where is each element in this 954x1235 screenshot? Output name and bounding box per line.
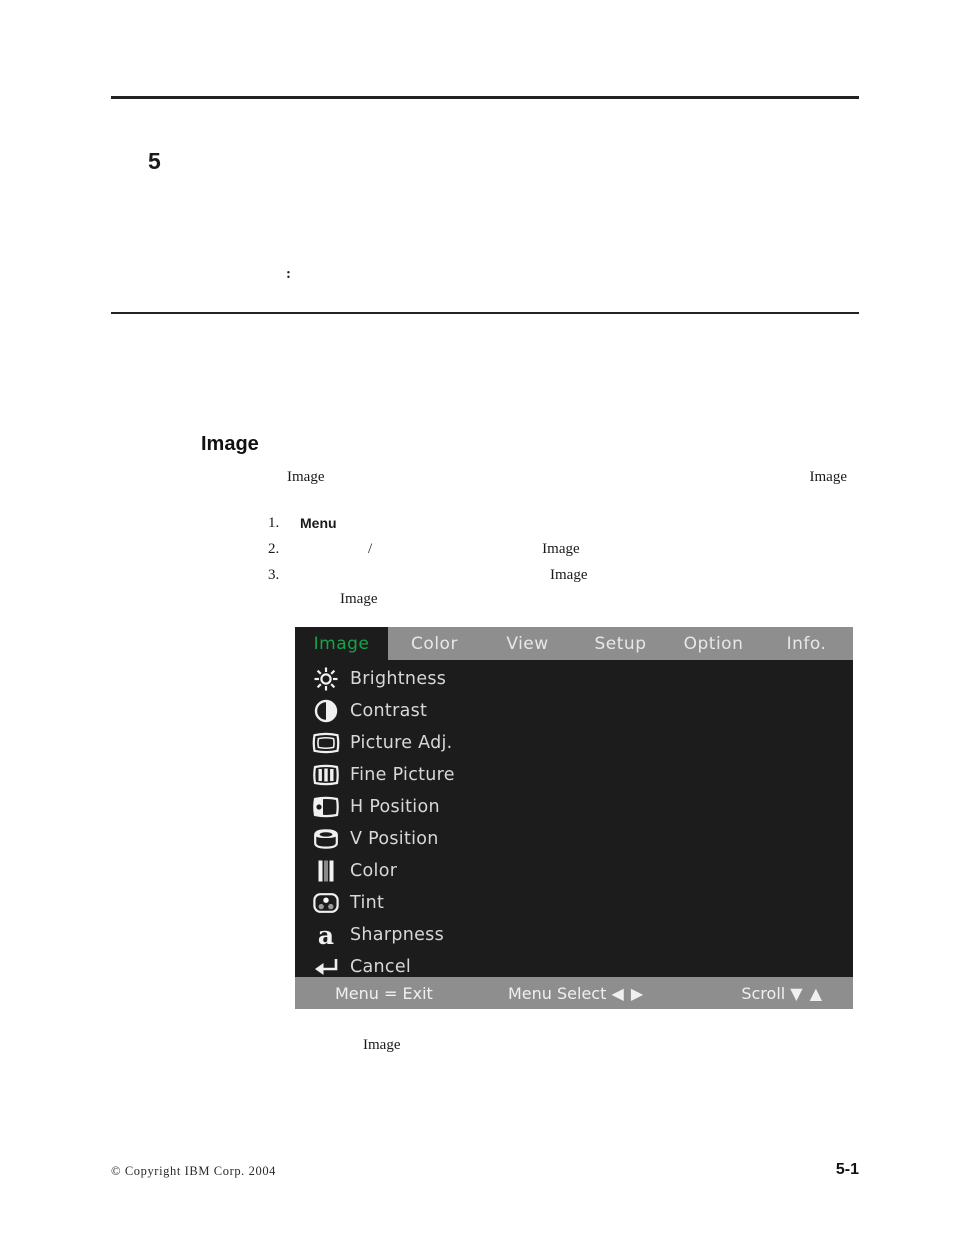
osd-item-picture-adj[interactable]: Picture Adj. <box>295 727 853 759</box>
osd-footer-scroll-hint: Scroll ▼ ▲ <box>741 984 823 1003</box>
header-rule-top <box>111 96 859 99</box>
osd-tab-info[interactable]: Info. <box>760 627 853 660</box>
osd-footer-select-arrows: ◀ ▶ <box>611 983 645 1003</box>
osd-item-label: H Position <box>350 797 440 817</box>
osd-item-tint[interactable]: Tint <box>295 887 853 919</box>
section-paragraph: Image Image <box>287 467 847 487</box>
return-arrow-icon <box>309 955 343 979</box>
osd-footer-select-hint: Menu Select ◀ ▶ <box>508 984 644 1003</box>
osd-item-v-position[interactable]: V Position <box>295 823 853 855</box>
step-item: 2. / Image <box>268 539 868 565</box>
fine-picture-icon <box>309 763 343 787</box>
manual-page: 5 : Image Image Image 1. Menu 2. / Image … <box>0 0 954 1235</box>
osd-item-label: Contrast <box>350 701 428 721</box>
osd-menu: Image Color View Setup Option Info. Brig… <box>295 627 853 1009</box>
osd-item-label: V Position <box>350 829 439 849</box>
step-number: 2. <box>268 541 280 557</box>
osd-item-color[interactable]: Color <box>295 855 853 887</box>
osd-item-sharpness[interactable]: a Sharpness <box>295 919 853 951</box>
page-number: 5-1 <box>835 1161 859 1178</box>
step-text: / Image <box>300 539 860 559</box>
section-paragraph-word-left: Image <box>287 469 325 485</box>
step-text: Menu <box>300 515 337 531</box>
osd-item-brightness[interactable]: Brightness <box>295 663 853 695</box>
step-image-word: Image <box>550 567 588 583</box>
osd-footer-exit-hint: Menu = Exit <box>335 983 433 1003</box>
osd-item-label: Fine Picture <box>350 765 455 785</box>
brightness-icon <box>309 667 343 691</box>
step-item: 3. Image <box>268 565 868 591</box>
step-item: 1. Menu <box>268 513 868 539</box>
picture-adjust-icon <box>309 731 343 755</box>
contrast-icon <box>309 699 343 723</box>
osd-footer-scroll-label: Scroll <box>741 983 786 1003</box>
color-bars-icon <box>309 859 343 883</box>
copyright-notice: © Copyright IBM Corp. 2004 <box>111 1164 277 1178</box>
step-text: Image <box>300 565 860 585</box>
osd-tab-option[interactable]: Option <box>667 627 760 660</box>
header-rule-bottom <box>111 312 859 314</box>
section-title: Image <box>201 433 259 455</box>
osd-footer-scroll-arrows: ▼ ▲ <box>790 983 823 1003</box>
step-number: 1. <box>268 515 280 531</box>
osd-item-contrast[interactable]: Contrast <box>295 695 853 727</box>
numbered-steps: 1. Menu 2. / Image 3. Image <box>268 513 868 591</box>
step-slash: / <box>368 541 373 557</box>
h-position-icon <box>309 795 343 819</box>
tint-icon <box>309 891 343 915</box>
osd-item-label: Sharpness <box>350 925 445 945</box>
osd-item-label: Brightness <box>350 669 447 689</box>
osd-tab-color[interactable]: Color <box>388 627 481 660</box>
chapter-number: 5 <box>148 148 161 174</box>
osd-tab-view[interactable]: View <box>481 627 574 660</box>
steps-trailer-text: Image <box>340 591 378 607</box>
osd-tab-bar: Image Color View Setup Option Info. <box>295 627 853 660</box>
step-image-word: Image <box>542 541 580 557</box>
osd-item-list: Brightness Contrast Picture Adj. Fine Pi… <box>295 660 853 977</box>
osd-footer-bar: Menu = Exit Menu Select ◀ ▶ Scroll ▼ ▲ <box>295 977 853 1009</box>
osd-item-fine-picture[interactable]: Fine Picture <box>295 759 853 791</box>
osd-item-label: Cancel <box>350 957 412 977</box>
chapter-note-text: : <box>200 263 840 285</box>
step-number: 3. <box>268 567 280 583</box>
osd-item-h-position[interactable]: H Position <box>295 791 853 823</box>
osd-tab-image[interactable]: Image <box>295 627 388 660</box>
osd-item-label: Color <box>350 861 398 881</box>
svg-text:a: a <box>318 922 334 948</box>
figure-caption: Image <box>363 1037 401 1053</box>
v-position-icon <box>309 827 343 851</box>
osd-item-label: Tint <box>350 893 385 913</box>
note-colon: : <box>286 266 291 282</box>
osd-footer-select-label: Menu Select <box>508 983 607 1003</box>
sharpness-icon: a <box>309 922 343 948</box>
section-paragraph-word-right: Image <box>809 469 847 485</box>
osd-item-label: Picture Adj. <box>350 733 453 753</box>
osd-tab-setup[interactable]: Setup <box>574 627 667 660</box>
